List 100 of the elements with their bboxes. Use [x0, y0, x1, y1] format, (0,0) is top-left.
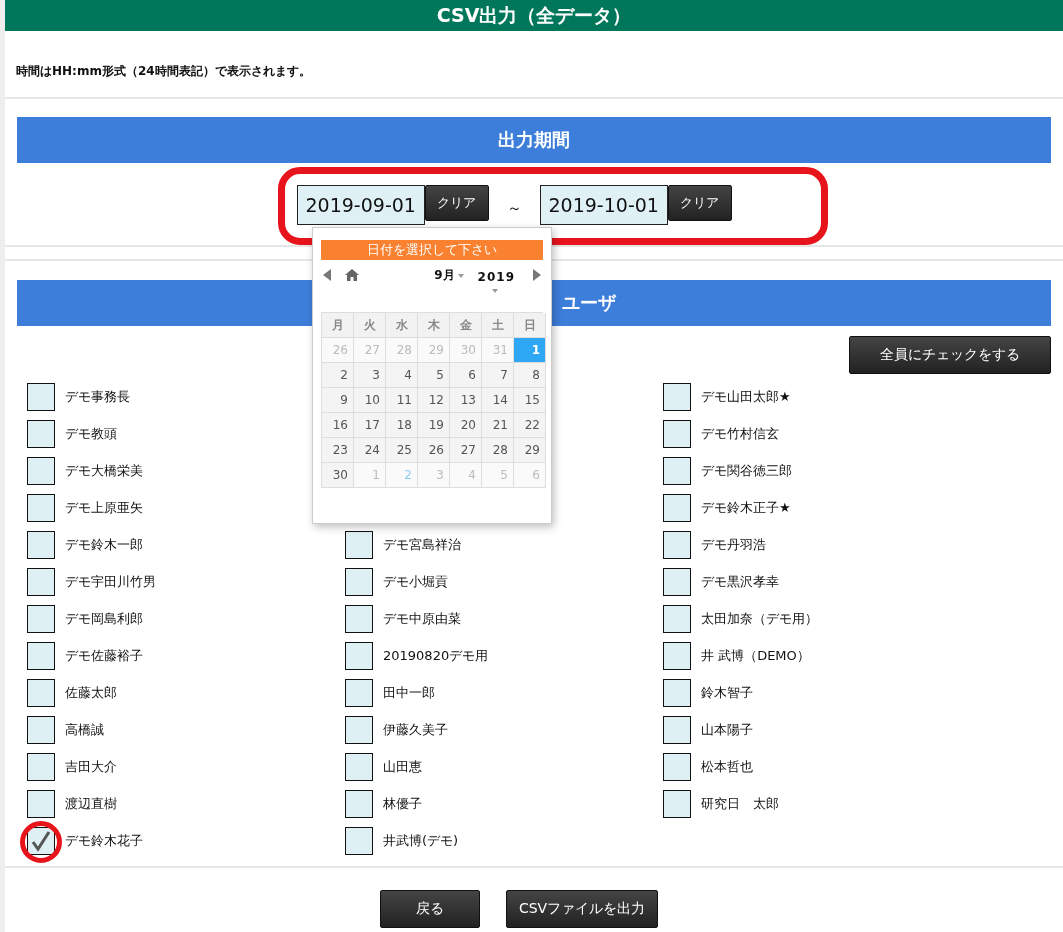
checkbox[interactable] [663, 752, 691, 781]
checkbox[interactable] [663, 530, 691, 559]
checkbox[interactable] [27, 456, 55, 485]
calendar-day[interactable]: 4 [386, 363, 418, 388]
checkbox[interactable] [27, 530, 55, 559]
checkbox[interactable] [345, 641, 373, 670]
user-name: 井武博(デモ) [383, 831, 459, 850]
checkbox[interactable] [27, 382, 55, 411]
calendar-day[interactable]: 2 [322, 363, 354, 388]
user-name: デモ佐藤裕子 [65, 646, 143, 665]
user-name: デモ宮島祥治 [383, 535, 461, 554]
checkbox[interactable] [27, 826, 55, 855]
user-name: デモ大橋栄美 [65, 461, 143, 480]
user-name: 伊藤久美子 [383, 720, 448, 739]
date-field[interactable]: 2019-10-01 [539, 185, 668, 225]
calendar-day[interactable]: 5 [418, 363, 450, 388]
checkbox[interactable] [27, 678, 55, 707]
checkbox[interactable] [663, 419, 691, 448]
calendar-day[interactable]: 18 [386, 413, 418, 438]
next-icon[interactable] [533, 269, 541, 281]
user-name: 研究日 太郎 [701, 794, 779, 813]
calendar-day[interactable]: 26 [418, 438, 450, 463]
section-heading: 出力期間 [17, 117, 1051, 163]
checkbox[interactable] [663, 604, 691, 633]
calendar-day[interactable]: 9 [322, 388, 354, 413]
time-format-note: 時間はHH:mm形式（24時間表記）で表示されます。 [15, 63, 312, 80]
checkbox[interactable] [345, 789, 373, 818]
calendar-day[interactable]: 23 [322, 438, 354, 463]
clear-button[interactable]: クリア [424, 185, 489, 221]
checkbox[interactable] [27, 641, 55, 670]
checkbox[interactable] [345, 826, 373, 855]
user-name: デモ小堀貢 [383, 572, 448, 591]
checkbox[interactable] [663, 493, 691, 522]
checkbox[interactable] [345, 752, 373, 781]
checkbox[interactable] [27, 789, 55, 818]
calendar-day[interactable]: 7 [482, 363, 514, 388]
check-all-button[interactable]: 全員にチェックをする [849, 336, 1051, 374]
checkbox[interactable] [27, 493, 55, 522]
calendar-day[interactable]: 25 [386, 438, 418, 463]
calendar-day[interactable]: 13 [450, 388, 482, 413]
checkbox[interactable] [27, 715, 55, 744]
calendar-day[interactable]: 17 [354, 413, 386, 438]
caret-icon [457, 274, 464, 278]
weekday-header: 水 [386, 313, 418, 338]
user-name: デモ黒沢孝幸 [701, 572, 779, 591]
checkbox[interactable] [27, 752, 55, 781]
date-field[interactable]: 2019-09-01 [296, 185, 425, 225]
checkbox[interactable] [345, 678, 373, 707]
user-name: 山本陽子 [701, 720, 753, 739]
checkbox[interactable] [345, 715, 373, 744]
home-icon[interactable] [345, 269, 359, 281]
user-name: デモ丹羽浩 [701, 535, 766, 554]
checkbox[interactable] [663, 678, 691, 707]
user-name: 渡辺直樹 [65, 794, 117, 813]
calendar-day[interactable]: 16 [322, 413, 354, 438]
export-csv-button[interactable]: CSVファイルを出力 [505, 890, 659, 928]
checkbox[interactable] [345, 530, 373, 559]
checkbox[interactable] [663, 641, 691, 670]
calendar-day[interactable]: 30 [322, 463, 354, 488]
calendar-day[interactable]: 6 [450, 363, 482, 388]
clear-button[interactable]: クリア [667, 185, 732, 221]
picker-prompt: 日付を選択して下さい [321, 240, 543, 260]
calendar-day[interactable]: 28 [482, 438, 514, 463]
checkbox[interactable] [27, 567, 55, 596]
calendar-day[interactable]: 3 [354, 363, 386, 388]
checkbox[interactable] [27, 419, 55, 448]
user-name: デモ宇田川竹男 [65, 572, 156, 591]
checkbox[interactable] [345, 604, 373, 633]
user-name: 20190820デモ用 [383, 646, 489, 665]
calendar-day[interactable]: 29 [514, 438, 546, 463]
calendar-day[interactable]: 19 [418, 413, 450, 438]
weekday-header: 日 [514, 313, 546, 338]
checkbox[interactable] [27, 604, 55, 633]
calendar-day[interactable]: 20 [450, 413, 482, 438]
user-name: 太田加奈（デモ用） [701, 609, 818, 628]
calendar-day[interactable]: 14 [482, 388, 514, 413]
calendar-day[interactable]: 22 [514, 413, 546, 438]
checkbox[interactable] [663, 382, 691, 411]
calendar-day[interactable]: 12 [418, 388, 450, 413]
checkbox[interactable] [345, 567, 373, 596]
user-name: デモ岡島利郎 [65, 609, 143, 628]
checkbox[interactable] [663, 789, 691, 818]
calendar-day[interactable]: 15 [514, 388, 546, 413]
user-name: デモ鈴木花子 [65, 831, 143, 850]
checkbox[interactable] [663, 456, 691, 485]
back-button[interactable]: 戻る [379, 890, 480, 928]
checkbox[interactable] [663, 715, 691, 744]
calendar-day[interactable]: 11 [386, 388, 418, 413]
calendar-day[interactable]: 24 [354, 438, 386, 463]
calendar-day[interactable]: 8 [514, 363, 546, 388]
calendar-day[interactable]: 21 [482, 413, 514, 438]
user-name: デモ竹村信玄 [701, 424, 779, 443]
checkbox[interactable] [663, 567, 691, 596]
user-name: 鈴木智子 [701, 683, 753, 702]
user-name: デモ上原亜矢 [65, 498, 143, 517]
calendar-day[interactable]: 27 [450, 438, 482, 463]
calendar-day[interactable]: 10 [354, 388, 386, 413]
caret-icon [491, 288, 498, 293]
previous-icon[interactable] [323, 269, 331, 281]
user-name: 吉田大介 [65, 757, 117, 776]
